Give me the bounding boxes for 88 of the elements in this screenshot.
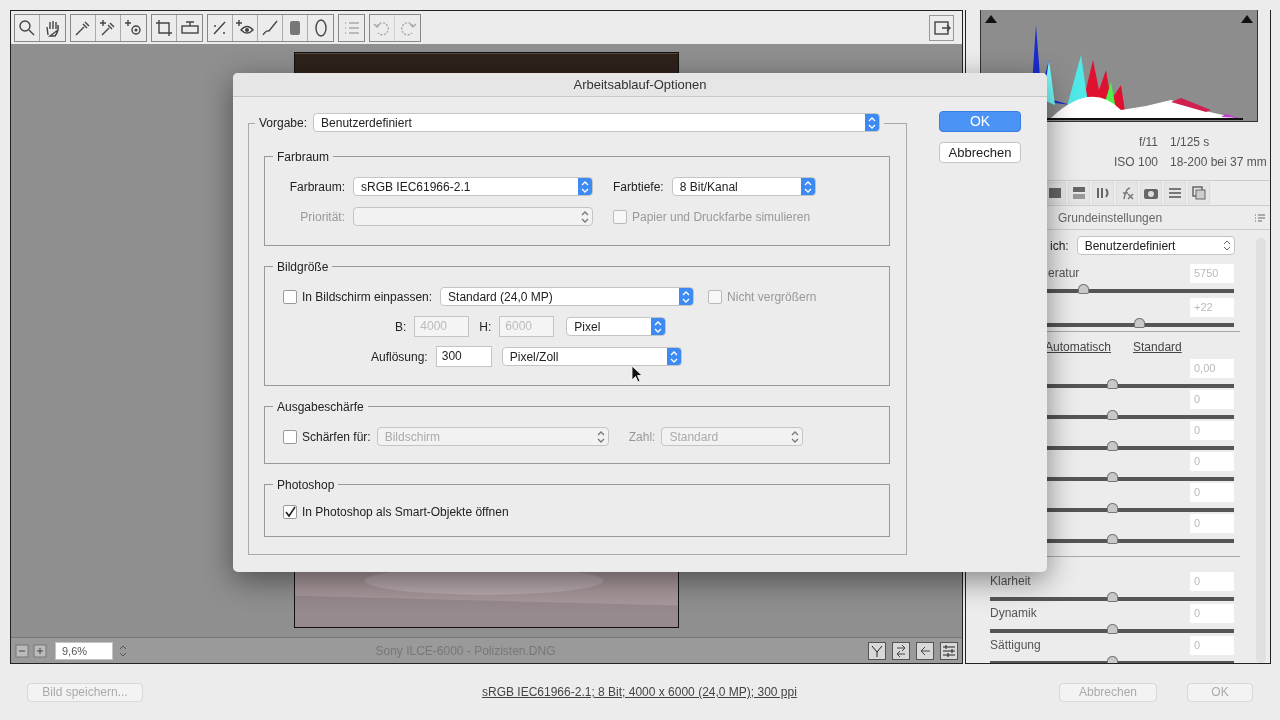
stepper-icon [578, 178, 592, 195]
slider-thumb[interactable] [1107, 624, 1118, 634]
field-label: Farbtiefe: [613, 178, 664, 196]
stepper-icon [865, 114, 880, 131]
checkbox[interactable] [283, 505, 297, 519]
panel-tab[interactable] [1188, 182, 1210, 204]
panel-title: Grundeinstellungen [1058, 209, 1163, 227]
arrow-left-icon[interactable] [916, 641, 934, 660]
dialog-title: Arbeitsablauf-Optionen [233, 73, 1047, 97]
preset-dropdown[interactable]: Benutzerdefiniert [1076, 236, 1235, 255]
height-field[interactable]: 6000 [499, 316, 555, 337]
field-label: Priorität: [299, 208, 345, 226]
checkbox-label: Papier und Druckfarbe simulieren [632, 208, 811, 226]
link[interactable]: Standard [1133, 338, 1182, 356]
stepper-icon [800, 178, 815, 195]
cancel-button[interactable]: Abbrechen [939, 142, 1021, 163]
slider-label: Klarheit [990, 573, 1031, 590]
cursor-icon [631, 365, 643, 383]
sliders-icon[interactable] [940, 641, 958, 660]
stepper-icon [679, 288, 694, 305]
crop-icon [154, 17, 174, 38]
link[interactable]: Automatisch [1045, 338, 1112, 356]
preset-label: ich: [1050, 237, 1069, 255]
tool-button[interactable] [233, 14, 258, 41]
filter-icon[interactable] [868, 641, 886, 660]
field-label: Farbraum: [288, 178, 345, 196]
save-button[interactable]: Bild speichern... [27, 682, 143, 702]
checkbox[interactable] [283, 289, 297, 304]
panel-tab[interactable] [1116, 182, 1138, 204]
slider-thumb[interactable] [1107, 379, 1118, 389]
checkbox-label: Nicht vergrößern [727, 288, 817, 306]
ok-button[interactable]: OK [939, 111, 1021, 132]
checkbox-label: In Bildschirm einpassen: [302, 288, 433, 306]
exif-value: 18-200 bei 37 mm [1170, 154, 1267, 171]
slider-thumb[interactable] [1107, 534, 1118, 544]
dropdown[interactable]: sRGB IEC61966-2.1 [353, 177, 593, 196]
checkmark-icon [284, 506, 296, 518]
split-icon [1070, 184, 1088, 202]
value-field[interactable]: +22 [1190, 297, 1234, 317]
dropdown[interactable]: Pixel/Zoll [501, 347, 682, 366]
value-field[interactable]: 0,00 [1190, 358, 1234, 378]
slider-thumb[interactable] [1077, 284, 1089, 294]
field-label: B: [395, 318, 407, 336]
checkbox-label: In Photoshop als Smart-Objekte öffnen [302, 504, 509, 521]
search-icon [17, 17, 37, 38]
triangle-icon[interactable] [984, 14, 998, 24]
value-field[interactable]: 0 [1190, 571, 1234, 591]
value-field[interactable]: 0 [1190, 603, 1234, 623]
exif-value: 1/125 s [1170, 134, 1210, 151]
exif-value: f/11 [1137, 134, 1158, 151]
field-label: Auflösung: [371, 348, 428, 366]
panel-tab[interactable] [1140, 182, 1162, 204]
slider-thumb[interactable] [1107, 592, 1118, 602]
fullscreen-button[interactable] [929, 14, 954, 41]
stepper-icon [651, 318, 666, 335]
zoom-field[interactable]: 9,6% [55, 641, 113, 660]
slider-label: Sättigung [990, 637, 1041, 654]
target-icon [123, 17, 144, 38]
fullscreen-icon [932, 18, 951, 37]
field-label: H: [479, 318, 492, 336]
value-field[interactable]: 5750 [1190, 263, 1234, 283]
slider-thumb[interactable] [1107, 472, 1118, 482]
panel-tab[interactable] [1164, 182, 1186, 204]
scrollbar[interactable] [1256, 238, 1266, 663]
checkbox-label: Schärfen für: [302, 428, 371, 446]
triangle-icon[interactable] [1240, 14, 1254, 24]
slider-thumb[interactable] [1107, 503, 1118, 513]
preset-label: Vorgabe: [259, 114, 308, 132]
slider-thumb[interactable] [1107, 441, 1118, 451]
dropdown[interactable]: 8 Bit/Kanal [671, 177, 816, 196]
slider-thumb[interactable] [1107, 410, 1118, 420]
layers-icon [1190, 184, 1208, 202]
stepper-icon [666, 348, 681, 365]
resolution-field[interactable]: 300 [435, 346, 492, 367]
dropdown[interactable]: Standard (24,0 MP) [440, 287, 695, 306]
info-link[interactable]: sRGB IEC61966-2.1; 8 Bit; 4000 x 6000 (24,0 MP); 300 ppi [482, 683, 797, 701]
dropdown[interactable]: Pixel [566, 317, 667, 336]
swap-icon[interactable] [892, 641, 910, 660]
slider-thumb[interactable] [1107, 656, 1118, 663]
exif-value: ISO 100 [1112, 154, 1158, 171]
panel-tab[interactable] [1068, 182, 1090, 204]
value-field[interactable]: 0 [1190, 635, 1234, 655]
slider-label: eratur [1047, 265, 1080, 282]
slider-label: Dynamik [990, 605, 1037, 622]
slider-thumb[interactable] [1133, 318, 1145, 328]
field-label: Zahl: [628, 428, 656, 446]
panel-tab[interactable] [1092, 182, 1114, 204]
preset-dropdown[interactable]: Benutzerdefiniert [313, 113, 881, 132]
